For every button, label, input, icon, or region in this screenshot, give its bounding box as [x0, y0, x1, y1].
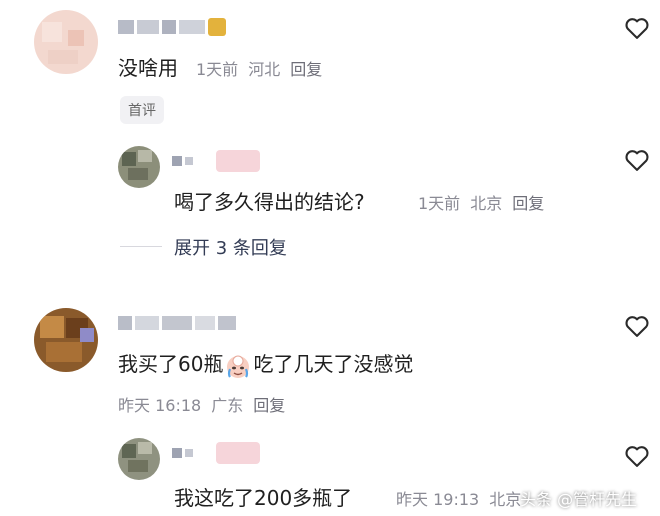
avatar-pixel: [46, 342, 82, 362]
username-blurred[interactable]: [172, 150, 260, 172]
blur-block: [185, 449, 193, 457]
comment-time: 1天前: [196, 60, 239, 79]
comment-text-before-emoji: 我买了60瓶: [118, 352, 224, 376]
blur-block: [179, 20, 205, 34]
reply-button[interactable]: 回复: [512, 194, 544, 213]
comment-time: 昨天 16:18: [118, 396, 202, 415]
avatar-pixel: [80, 328, 94, 342]
blur-block: [195, 316, 215, 330]
comment-meta: 1天前 北京 回复: [418, 190, 554, 214]
user-avatar[interactable]: [34, 10, 98, 74]
avatar-pixel: [122, 444, 136, 458]
avatar-pixel: [40, 316, 64, 338]
blur-block: [216, 442, 260, 464]
user-level-badge: [208, 18, 226, 36]
comment-time: 1天前: [418, 194, 461, 213]
comment-location: 河北: [248, 60, 281, 79]
comment-meta: 1天前 河北 回复: [196, 56, 332, 80]
comment-location: 北京: [489, 490, 522, 509]
blur-block: [118, 316, 132, 330]
user-avatar[interactable]: [118, 438, 160, 480]
blur-block: [216, 150, 260, 172]
blur-block: [135, 316, 159, 330]
comment-meta: 昨天 19:13 北京: [396, 486, 531, 510]
blur-block: [185, 157, 193, 165]
user-avatar[interactable]: [34, 308, 98, 372]
comment-text: 没啥用: [118, 56, 178, 80]
comment-text: 喝了多久得出的结论?: [174, 190, 365, 214]
username-blurred[interactable]: [118, 18, 226, 36]
avatar-pixel: [68, 30, 84, 46]
heart-outline-icon[interactable]: [622, 14, 652, 42]
blur-block: [172, 156, 182, 166]
username-blurred[interactable]: [118, 316, 236, 330]
comment-meta: 昨天 16:18 广东 回复: [118, 392, 295, 416]
blur-block: [172, 448, 182, 458]
watermark: 头条 @管杆先生: [520, 490, 638, 509]
comment-location: 北京: [470, 194, 503, 213]
username-blurred[interactable]: [172, 442, 260, 464]
blur-block: [162, 316, 192, 330]
blur-block: [162, 20, 176, 34]
reply-button[interactable]: 回复: [290, 60, 322, 79]
reply-button[interactable]: 回复: [253, 396, 285, 415]
heart-outline-icon[interactable]: [622, 312, 652, 340]
avatar-pixel: [122, 152, 136, 166]
avatar-pixel: [138, 442, 152, 454]
heart-outline-icon[interactable]: [622, 442, 652, 470]
comment-location: 广东: [211, 396, 244, 415]
avatar-pixel: [128, 460, 148, 472]
crying-face-emoji-icon: [227, 355, 250, 378]
blur-block: [137, 20, 159, 34]
blur-block: [118, 20, 134, 34]
heart-outline-icon[interactable]: [622, 146, 652, 174]
expand-replies-button[interactable]: 展开 3 条回复: [174, 234, 287, 260]
user-avatar[interactable]: [118, 146, 160, 188]
comment-text: 我买了60瓶 吃了几天了没感觉: [118, 348, 413, 379]
avatar-pixel: [138, 150, 152, 162]
expand-divider: [120, 246, 162, 247]
comment-text: 我这吃了200多瓶了: [174, 486, 353, 510]
comment-text-after-emoji: 吃了几天了没感觉: [253, 352, 414, 376]
first-comment-badge: 首评: [120, 96, 164, 124]
blur-block: [218, 316, 236, 330]
avatar-pixel: [48, 50, 78, 64]
comment-time: 昨天 19:13: [396, 490, 480, 509]
avatar-pixel: [42, 22, 62, 42]
avatar-pixel: [128, 168, 148, 180]
